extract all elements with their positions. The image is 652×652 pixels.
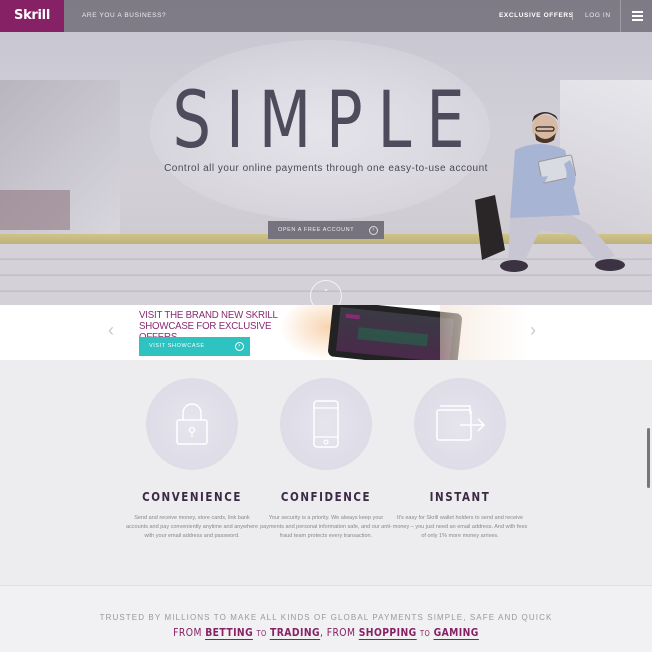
hamburger-line bbox=[632, 15, 643, 17]
showcase-banner: ‹ VISIT THE BRAND NEW SKRILL SHOWCASE FO… bbox=[0, 305, 652, 360]
carousel-next-icon[interactable]: › bbox=[530, 319, 536, 341]
hero-title: SIMPLE bbox=[172, 76, 480, 166]
feature-icon-circle bbox=[146, 378, 238, 470]
trust-statement: TRUSTED BY MILLIONS TO MAKE ALL KINDS OF… bbox=[99, 613, 553, 622]
visit-showcase-label: VISIT SHOWCASE bbox=[149, 343, 205, 349]
carousel-prev-icon[interactable]: ‹ bbox=[108, 319, 114, 341]
hamburger-line bbox=[632, 11, 643, 13]
features-section: CONVENIENCE Send and receive money, stor… bbox=[0, 360, 652, 586]
trading-link[interactable]: TRADING bbox=[270, 626, 320, 640]
building-left-wall bbox=[0, 190, 70, 230]
trust-tagline: FROM BETTING TO TRADING, FROM SHOPPING T… bbox=[52, 626, 600, 640]
visit-showcase-button[interactable]: VISIT SHOWCASE › bbox=[139, 337, 250, 356]
shopping-link[interactable]: SHOPPING bbox=[358, 626, 417, 640]
lock-icon bbox=[176, 403, 208, 445]
exclusive-offers-link[interactable]: EXCLUSIVE OFFERS bbox=[499, 0, 574, 32]
tagline-from: FROM bbox=[173, 626, 202, 639]
scroll-down-button[interactable]: ⌄ bbox=[310, 280, 342, 305]
feature-text: It's easy for Skrill wallet holders to s… bbox=[392, 515, 528, 539]
tablet-screen bbox=[336, 307, 454, 360]
hero-section: SIMPLE Control all your online payments … bbox=[0, 0, 652, 305]
arrow-right-icon: › bbox=[369, 225, 378, 235]
tagline-from-2: , FROM bbox=[319, 626, 356, 639]
trust-section: TRUSTED BY MILLIONS TO MAKE ALL KINDS OF… bbox=[0, 586, 652, 652]
open-account-label: OPEN A FREE ACCOUNT bbox=[278, 227, 355, 233]
login-link[interactable]: LOG IN bbox=[585, 0, 611, 32]
hero-subtitle: Control all your online payments through… bbox=[164, 163, 488, 174]
gaming-link[interactable]: GAMING bbox=[433, 626, 479, 640]
wallet-transfer-icon bbox=[436, 405, 486, 441]
feature-text: Your security is a priority. We always k… bbox=[260, 515, 392, 539]
feature-text: Send and receive money, store cards, lin… bbox=[125, 515, 259, 539]
tagline-to: TO bbox=[256, 629, 267, 638]
tagline-to-2: TO bbox=[420, 629, 431, 638]
feature-icon-circle bbox=[280, 378, 372, 470]
feature-title: CONFIDENCE bbox=[280, 490, 372, 504]
business-link[interactable]: ARE YOU A BUSINESS? bbox=[82, 0, 166, 32]
arrow-right-icon: › bbox=[235, 342, 244, 351]
chevron-down-icon: ⌄ bbox=[322, 284, 330, 293]
betting-link[interactable]: BETTING bbox=[205, 626, 254, 640]
feature-icon-circle bbox=[414, 378, 506, 470]
hamburger-menu-button[interactable] bbox=[620, 0, 652, 32]
hamburger-line bbox=[632, 19, 643, 21]
nav-divider bbox=[572, 12, 573, 20]
feature-title: CONVENIENCE bbox=[142, 490, 242, 504]
skrill-logo[interactable]: Skrill bbox=[0, 0, 64, 32]
feature-title: INSTANT bbox=[429, 490, 491, 504]
top-navigation: Skrill ARE YOU A BUSINESS? EXCLUSIVE OFF… bbox=[0, 0, 652, 32]
phone-icon bbox=[313, 400, 339, 448]
open-account-button[interactable]: OPEN A FREE ACCOUNT › bbox=[268, 221, 384, 239]
page-scrollbar[interactable] bbox=[647, 428, 650, 488]
banner-fade bbox=[440, 305, 530, 360]
